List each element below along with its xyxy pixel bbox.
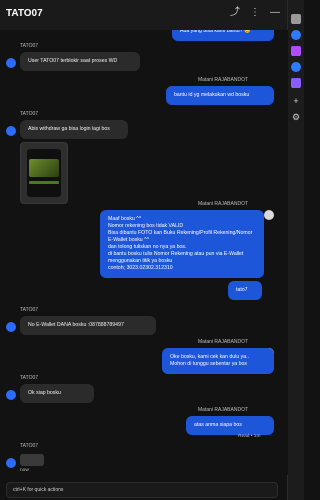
sender-name: TATO07 [20,443,39,449]
sender-name: TATO07 [20,43,39,49]
minimize-icon[interactable]: — [270,8,280,18]
sender-name: Matani RAJABANDOT [198,201,249,207]
attachment-placeholder[interactable] [20,454,44,466]
chat-scroll-area[interactable]: Ada yang bisa kami bantu? 😊 TATO07 User … [0,30,288,475]
sender-name: TATO07 [20,375,39,381]
message-bubble: User TATO07 terblokir saat proses WD [20,52,140,71]
game-banner [29,159,59,177]
quick-actions-hint: ctrl+K for quick actions [13,487,64,493]
timestamp: now [20,468,29,473]
more-icon[interactable]: ⋮ [250,8,260,18]
settings-icon[interactable]: ⚙ [291,112,301,122]
message-row: TATO07 No E-Wallet DANA bosku :087888789… [0,304,288,336]
user-avatar [6,390,16,400]
message-row: Matani RAJABANDOT bantu id yg melakukan … [0,74,288,106]
chat-header: TATO07 ⤴ ⋮ — [0,0,288,31]
messenger-icon[interactable] [291,30,301,40]
chat-icon[interactable] [291,46,301,56]
message-row: TATO07 User TATO07 terblokir saat proses… [0,40,288,72]
screenshot-attachment[interactable] [20,142,68,204]
message-bubble: No E-Wallet DANA bosku :087888789497 [20,316,156,335]
message-bubble: Oke bosku, kami cek kan dulu ya.. Mohon … [162,348,274,374]
messenger-alt-icon[interactable] [291,62,301,72]
message-row: tato7 [0,279,288,300]
link-icon[interactable]: ⤴ [230,8,240,18]
user-avatar [6,58,16,68]
message-bubble: tato7 [228,281,262,300]
message-bubble: bantu id yg melakukan wd bosku [166,86,274,105]
message-row: Ada yang bisa kami bantu? 😊 [0,30,288,41]
user-avatar [6,126,16,136]
mail-icon[interactable] [291,78,301,88]
sender-name: Matani RAJABANDOT [198,77,249,83]
agent-avatar [264,210,274,220]
message-row: TATO07 now [0,440,288,475]
add-icon[interactable]: + [291,96,301,106]
progress-strip [29,181,59,184]
message-row: Matani RAJABANDOT Oke bosku, kami cek ka… [0,336,288,376]
message-bubble: atas anma siapa bos [186,416,274,435]
sender-name: Matani RAJABANDOT [198,407,249,413]
user-icon[interactable] [291,14,301,24]
quick-actions-input[interactable]: ctrl+K for quick actions [6,482,278,498]
right-sidebar: + ⚙ [287,0,304,500]
sender-name: TATO07 [20,307,39,313]
chat-title: TATO07 [6,8,43,19]
header-actions: ⤴ ⋮ — [230,8,280,18]
user-avatar [6,458,16,468]
sender-name: Matani RAJABANDOT [198,339,249,345]
message-bubble: Abis withdraw ga bisa login lagi bos [20,120,128,139]
message-bubble: Ok siap bosku [20,384,94,403]
sender-name: TATO07 [20,111,39,117]
user-avatar [6,322,16,332]
read-receipt: Read • 1m [238,434,261,439]
message-row: TATO07 Ok siap bosku [0,372,288,404]
message-bubble: Maaf bosku ^^ Nomor rekening bos tidak V… [100,210,264,278]
message-row: Matani RAJABANDOT atas anma siapa bos Re… [0,404,288,440]
